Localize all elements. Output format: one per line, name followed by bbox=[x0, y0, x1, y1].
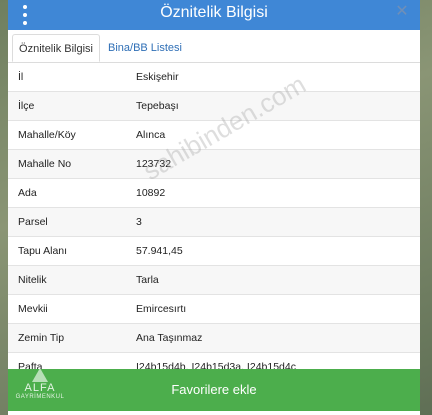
row-key: Ada bbox=[18, 187, 37, 199]
table-row: Mevkii Emircesırtı bbox=[8, 295, 420, 324]
row-value: Tarla bbox=[136, 274, 159, 286]
row-key: Nitelik bbox=[18, 274, 47, 286]
tab-attribute-info[interactable]: Öznitelik Bilgisi bbox=[12, 34, 100, 62]
row-value: Tepebaşı bbox=[136, 100, 179, 112]
attribute-panel: Öznitelik Bilgisi ✕ Öznitelik Bilgisi Bi… bbox=[8, 0, 420, 415]
brand-logo: ALFA GAYRİMENKUL bbox=[10, 366, 70, 408]
row-value: 3 bbox=[136, 216, 142, 228]
table-row: İl Eskişehir bbox=[8, 63, 420, 92]
row-key: İl bbox=[18, 71, 24, 83]
tab-bar: Öznitelik Bilgisi Bina/BB Listesi bbox=[8, 30, 420, 63]
table-row: Zemin Tip Ana Taşınmaz bbox=[8, 324, 420, 353]
row-key: Mevkii bbox=[18, 303, 48, 315]
logo-mark-icon bbox=[32, 368, 48, 382]
row-key: Mahalle No bbox=[18, 158, 72, 170]
row-key: Tapu Alanı bbox=[18, 245, 68, 257]
table-row: Ada 10892 bbox=[8, 179, 420, 208]
row-key: Zemin Tip bbox=[18, 332, 65, 344]
row-value: Ana Taşınmaz bbox=[136, 332, 203, 344]
row-value: Alınca bbox=[136, 129, 166, 141]
logo-subtitle: GAYRİMENKUL bbox=[15, 394, 65, 400]
table-row: Parsel 3 bbox=[8, 208, 420, 237]
row-value: Eskişehir bbox=[136, 71, 179, 83]
row-key: Parsel bbox=[18, 216, 48, 228]
tab-building-list[interactable]: Bina/BB Listesi bbox=[102, 34, 188, 62]
close-icon[interactable]: ✕ bbox=[392, 2, 412, 22]
table-row: Mahalle No 123732 bbox=[8, 150, 420, 179]
panel-header: Öznitelik Bilgisi ✕ bbox=[8, 0, 420, 30]
table-row: Tapu Alanı 57.941,45 bbox=[8, 237, 420, 266]
row-key: Mahalle/Köy bbox=[18, 129, 76, 141]
panel-title: Öznitelik Bilgisi bbox=[160, 4, 268, 21]
table-row: Nitelik Tarla bbox=[8, 266, 420, 295]
row-value: 57.941,45 bbox=[136, 245, 183, 257]
row-value: Emircesırtı bbox=[136, 303, 187, 315]
logo-name: ALFA bbox=[24, 382, 56, 394]
row-key: İlçe bbox=[18, 100, 35, 112]
attribute-table: İl Eskişehir İlçe Tepebaşı Mahalle/Köy A… bbox=[8, 63, 420, 382]
